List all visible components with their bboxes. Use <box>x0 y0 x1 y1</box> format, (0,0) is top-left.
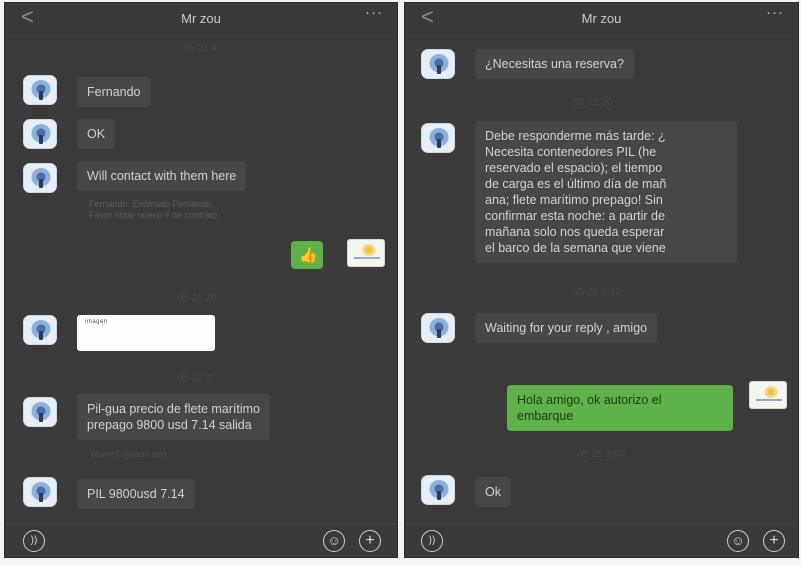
input-toolbar: )) ☺ + <box>405 523 798 557</box>
contact-avatar[interactable] <box>23 477 57 507</box>
emoji-icon[interactable]: ☺ <box>727 530 749 552</box>
timestamp: 05-21 20 <box>177 293 217 304</box>
emoji-icon[interactable]: ☺ <box>323 530 345 552</box>
contact-avatar[interactable] <box>421 123 455 153</box>
timestamp: 05-21 4 <box>183 43 217 54</box>
chat-title: Mr zou <box>581 11 622 26</box>
outgoing-message-bubble: Hola amigo, ok autorizo el embarque <box>507 385 733 431</box>
contact-avatar[interactable] <box>23 119 57 149</box>
message-bubble: Pil-gua precio de flete marítimo prepago… <box>77 394 270 440</box>
timestamp: 05-21 8:40 <box>577 449 625 460</box>
contact-avatar[interactable] <box>421 313 455 343</box>
message-bubble: Ok <box>475 477 511 507</box>
more-options-icon[interactable]: ··· <box>766 4 784 21</box>
message-bubble: OK <box>77 119 116 149</box>
thumbs-up-icon: 👍 <box>299 247 318 264</box>
contact-avatar[interactable] <box>23 315 57 345</box>
chat-header: < Mr zou ··· <box>5 3 397 33</box>
contact-avatar[interactable] <box>421 475 455 505</box>
message-bubble: PIL 9800usd 7.14 <box>77 479 195 509</box>
more-options-icon[interactable]: ··· <box>365 4 383 21</box>
chat-title: Mr zou <box>181 11 221 26</box>
message-bubble: ¿Necesitas una reserva? <box>475 49 634 79</box>
sticker-message: 👍 <box>291 241 323 269</box>
self-avatar[interactable] <box>347 239 385 267</box>
image-caption: imagen <box>85 319 108 325</box>
voice-icon[interactable]: )) <box>23 530 45 552</box>
timestamp: 05-21 5:40 <box>573 287 621 298</box>
blurred-system-note: blurred system text <box>91 449 168 459</box>
input-toolbar: )) ☺ + <box>5 523 397 557</box>
plus-icon[interactable]: + <box>359 530 381 552</box>
self-avatar[interactable] <box>749 381 787 409</box>
chat-panel-left: < Mr zou ··· 05-21 4 Fernando OK Will co… <box>4 2 398 558</box>
message-bubble: Will contact with them here <box>77 161 247 191</box>
voice-icon[interactable]: )) <box>421 530 443 552</box>
contact-avatar[interactable] <box>421 49 455 79</box>
blurred-system-note: Fernando: Estimado Fernando, Favor notar… <box>89 199 218 220</box>
contact-avatar[interactable] <box>23 163 57 193</box>
image-message[interactable]: imagen <box>77 315 215 351</box>
message-bubble: Fernando <box>77 77 151 107</box>
message-bubble: Waiting for your reply , amigo <box>475 313 658 343</box>
plus-icon[interactable]: + <box>763 530 785 552</box>
contact-avatar[interactable] <box>23 397 57 427</box>
message-bubble: Debe responderme más tarde: ¿ Necesita c… <box>475 121 737 263</box>
timestamp: 05-21 20 <box>573 97 613 108</box>
chat-panel-right: < Mr zou ··· ¿Necesitas una reserva? 05-… <box>404 2 799 558</box>
contact-avatar[interactable] <box>23 75 57 105</box>
timestamp: 05-22 2 <box>177 373 211 384</box>
chat-header: < Mr zou ··· <box>405 3 798 33</box>
